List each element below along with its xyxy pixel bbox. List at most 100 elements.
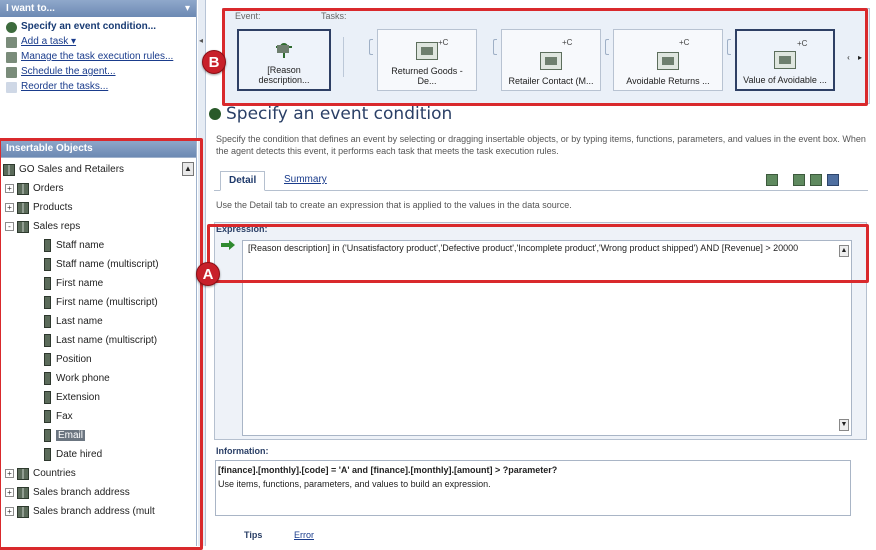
task-label[interactable]: Manage the task execution rules... (21, 51, 173, 62)
task-icon (6, 67, 17, 78)
task-card[interactable]: +C Returned Goods - De... (377, 29, 477, 91)
tree-node[interactable]: + Orders (0, 179, 196, 198)
tree-scroll-up-icon[interactable]: ▲ (182, 162, 194, 176)
task-icon (6, 52, 17, 63)
tree-node[interactable]: First name (0, 274, 196, 293)
task-label[interactable]: Specify an event condition... (21, 21, 156, 32)
tree-node-label: Position (56, 354, 92, 365)
task-bracket (727, 39, 731, 55)
task-card[interactable]: +C Avoidable Returns ... (613, 29, 723, 91)
expression-scroll-up-icon[interactable]: ▲ (839, 245, 849, 257)
tree-node-label: Extension (56, 392, 100, 403)
page-description: Specify the condition that defines an ev… (216, 134, 866, 156)
query-subject-icon (17, 486, 29, 499)
tree-node[interactable]: Last name (multiscript) (0, 331, 196, 350)
tree-node-label: Last name (56, 316, 103, 327)
tree-node-label: Sales branch address (mult (33, 506, 155, 517)
query-item-icon (44, 239, 51, 252)
insert-item-icon[interactable] (793, 174, 805, 186)
tree-node[interactable]: + Sales branch address (0, 483, 196, 502)
tree-node-label: Last name (multiscript) (56, 335, 158, 346)
left-panel: I want to... ▾ Specify an event conditio… (0, 0, 197, 547)
bottom-tab-bar: Tips Error (232, 527, 632, 546)
tree-node[interactable]: Extension (0, 388, 196, 407)
options-icon[interactable] (827, 174, 839, 186)
tree-node[interactable]: Work phone (0, 369, 196, 388)
task-link-0[interactable]: Specify an event condition... (6, 21, 193, 33)
tree-node[interactable]: Email (0, 426, 196, 445)
task-label[interactable]: Reorder the tasks... (21, 81, 108, 92)
expand-icon[interactable]: + (5, 488, 14, 497)
tree-node[interactable]: Last name (0, 312, 196, 331)
tree-node[interactable]: First name (multiscript) (0, 293, 196, 312)
insertable-objects-title: Insertable Objects (6, 143, 93, 154)
ribbon-separator (343, 37, 344, 77)
task-link-3[interactable]: Schedule the agent... (6, 66, 193, 78)
tree-node[interactable]: GO Sales and Retailers (0, 160, 196, 179)
tree-node-label: Staff name (56, 240, 105, 251)
expand-icon[interactable]: + (5, 203, 14, 212)
expand-icon[interactable]: + (5, 507, 14, 516)
task-label[interactable]: Add a task ▾ (21, 36, 76, 47)
tree-node-label: Staff name (multiscript) (56, 259, 159, 270)
collapse-icon[interactable]: - (5, 222, 14, 231)
task-link-2[interactable]: Manage the task execution rules... (6, 51, 193, 63)
insertable-objects-header: Insertable Objects (0, 140, 196, 157)
task-card[interactable]: +C Retailer Contact (M... (501, 29, 601, 91)
tree-node-label: Sales branch address (33, 487, 130, 498)
expression-editor[interactable]: ▲ ▼ (242, 240, 852, 436)
tree-node[interactable]: Staff name (multiscript) (0, 255, 196, 274)
card-label: Avoidable Returns ... (626, 76, 710, 86)
i-want-to-header[interactable]: I want to... ▾ (0, 0, 196, 17)
collapse-arrow-icon[interactable]: ▾ (185, 3, 190, 14)
tree-node-label: First name (56, 278, 104, 289)
information-hint: Use items, functions, parameters, and va… (218, 479, 491, 489)
tree-node[interactable]: + Countries (0, 464, 196, 483)
task-card[interactable]: +C Value of Avoidable ... (735, 29, 835, 91)
insert-arrow-icon[interactable] (221, 240, 235, 250)
tab-error[interactable]: Error (286, 527, 322, 546)
task-badge: +C (797, 39, 808, 48)
expression-text[interactable]: [Reason description] in ('Unsatisfactory… (248, 243, 818, 254)
task-icon (6, 82, 17, 93)
task-type-icon (657, 52, 679, 70)
tree-node-label: Work phone (56, 373, 110, 384)
tree-node[interactable]: Staff name (0, 236, 196, 255)
expand-icon[interactable]: + (5, 184, 14, 193)
expand-icon[interactable]: + (5, 469, 14, 478)
collapse-left-icon[interactable]: ◂ (199, 36, 203, 45)
query-subject-icon (17, 505, 29, 518)
tree-node-label: Date hired (56, 449, 103, 460)
tab-summary[interactable]: Summary (276, 171, 335, 191)
task-label[interactable]: Schedule the agent... (21, 66, 116, 77)
i-want-to-title: I want to... (6, 3, 55, 14)
task-bracket (605, 39, 609, 55)
insert-function-icon[interactable] (810, 174, 822, 186)
task-badge: +C (562, 38, 573, 47)
tab-detail[interactable]: Detail (220, 171, 266, 191)
ribbon-scroll-arrows-icon[interactable]: ‹ ▸ (847, 53, 865, 62)
task-bracket (369, 39, 373, 55)
event-task-ribbon: Event: Tasks: [Reason description... +C Re… (222, 8, 870, 104)
card-label: Retailer Contact (M... (508, 76, 594, 86)
tree-node-label: First name (multiscript) (56, 297, 158, 308)
task-badge: +C (438, 38, 449, 47)
event-condition-icon (273, 41, 295, 59)
tree-node[interactable]: Fax (0, 407, 196, 426)
information-example: [finance].[monthly].[code] = 'A' and [fi… (218, 465, 558, 475)
validate-icon[interactable] (766, 174, 778, 186)
event-condition-icon (209, 108, 221, 120)
event-card[interactable]: [Reason description... (237, 29, 331, 91)
task-link-4[interactable]: Reorder the tasks... (6, 81, 193, 93)
query-item-icon (44, 277, 51, 290)
query-item-icon (44, 372, 51, 385)
tab-tips[interactable]: Tips (236, 527, 270, 546)
tree-node[interactable]: Position (0, 350, 196, 369)
tree-node[interactable]: - Sales reps (0, 217, 196, 236)
expression-scroll-down-icon[interactable]: ▼ (839, 419, 849, 431)
tree-node[interactable]: + Sales branch address (mult (0, 502, 196, 521)
tree-node[interactable]: Date hired (0, 445, 196, 464)
event-condition-icon (6, 22, 17, 33)
task-link-1[interactable]: Add a task ▾ (6, 36, 193, 48)
tree-node[interactable]: + Products (0, 198, 196, 217)
